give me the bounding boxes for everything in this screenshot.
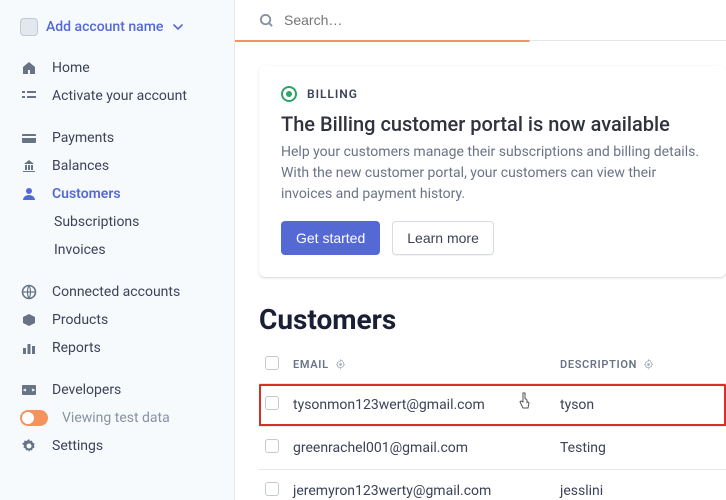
gear-icon <box>20 438 38 454</box>
nav-label: Balances <box>52 158 109 174</box>
gear-icon[interactable] <box>643 359 654 370</box>
topbar <box>235 0 726 41</box>
globe-icon <box>20 284 38 300</box>
nav-label: Payments <box>52 130 114 146</box>
row-checkbox[interactable] <box>265 439 279 453</box>
nav-label: Developers <box>52 382 121 398</box>
sidebar-item-settings[interactable]: Settings <box>0 432 234 460</box>
cell-description: tyson <box>560 397 720 413</box>
customers-icon <box>20 186 38 202</box>
nav-label: Home <box>52 60 90 76</box>
sidebar-item-home[interactable]: Home <box>0 54 234 82</box>
checklist-icon <box>20 88 38 104</box>
header-email[interactable]: EMAIL <box>293 358 329 371</box>
sidebar-item-developers[interactable]: Developers <box>0 376 234 404</box>
payments-icon <box>20 130 38 146</box>
nav-label: Connected accounts <box>52 284 180 300</box>
sidebar-item-reports[interactable]: Reports <box>0 334 234 362</box>
cell-email: greenrachel001@gmail.com <box>293 440 560 456</box>
nav-label: Reports <box>52 340 101 356</box>
banner-label: BILLING <box>307 87 358 101</box>
cell-email: tysonmon123wert@gmail.com <box>293 397 560 413</box>
cell-description: jesslini <box>560 483 720 499</box>
table-header: EMAIL DESCRIPTION <box>259 346 726 384</box>
nav-list: Home Activate your account Payments Bala… <box>0 54 234 460</box>
row-checkbox[interactable] <box>265 482 279 496</box>
developers-icon <box>20 382 38 398</box>
sidebar-item-activate[interactable]: Activate your account <box>0 82 234 110</box>
page-title: Customers <box>259 303 726 336</box>
table-row[interactable]: greenrachel001@gmail.com Testing <box>259 427 726 470</box>
nav-label: Customers <box>52 186 121 202</box>
cell-description: Testing <box>560 440 720 456</box>
search-icon <box>259 13 274 28</box>
chevron-down-icon <box>173 22 183 32</box>
nav-label: Invoices <box>54 242 106 258</box>
sidebar-item-balances[interactable]: Balances <box>0 152 234 180</box>
sidebar-item-test-mode[interactable]: Viewing test data <box>0 404 234 432</box>
sidebar-item-customers[interactable]: Customers <box>0 180 234 208</box>
table-row[interactable]: jeremyron123werty@gmail.com jesslini <box>259 470 726 500</box>
sidebar-item-payments[interactable]: Payments <box>0 124 234 152</box>
gear-icon[interactable] <box>335 359 346 370</box>
table-row[interactable]: tysonmon123wert@gmail.com tyson <box>259 384 726 427</box>
sidebar-item-products[interactable]: Products <box>0 306 234 334</box>
customers-table: EMAIL DESCRIPTION tysonmon123wert@gmail.… <box>259 346 726 500</box>
billing-banner: BILLING The Billing customer portal is n… <box>259 66 726 277</box>
billing-status-icon <box>281 86 297 102</box>
sidebar-item-subscriptions[interactable]: Subscriptions <box>0 208 234 236</box>
banner-title: The Billing customer portal is now avail… <box>281 112 704 136</box>
account-switcher[interactable]: Add account name <box>0 14 234 54</box>
nav-label: Settings <box>52 438 103 454</box>
banner-body: Help your customers manage their subscri… <box>281 142 704 205</box>
products-icon <box>20 312 38 328</box>
sidebar-item-invoices[interactable]: Invoices <box>0 236 234 264</box>
nav-label: Products <box>52 312 108 328</box>
header-description[interactable]: DESCRIPTION <box>560 358 637 371</box>
account-name: Add account name <box>46 19 163 35</box>
main: BILLING The Billing customer portal is n… <box>235 0 726 500</box>
nav-label: Activate your account <box>52 88 187 104</box>
cell-email: jeremyron123werty@gmail.com <box>293 483 560 499</box>
search-input[interactable] <box>284 12 702 28</box>
sidebar-item-connected-accounts[interactable]: Connected accounts <box>0 278 234 306</box>
test-mode-toggle[interactable] <box>20 410 48 426</box>
get-started-button[interactable]: Get started <box>281 221 380 255</box>
learn-more-button[interactable]: Learn more <box>392 221 494 255</box>
balances-icon <box>20 158 38 174</box>
reports-icon <box>20 340 38 356</box>
home-icon <box>20 60 38 76</box>
sidebar: Add account name Home Activate your acco… <box>0 0 235 500</box>
nav-label: Subscriptions <box>54 214 139 230</box>
nav-label: Viewing test data <box>62 410 170 426</box>
account-icon <box>20 18 38 36</box>
row-checkbox[interactable] <box>265 396 279 410</box>
select-all-checkbox[interactable] <box>265 356 279 370</box>
